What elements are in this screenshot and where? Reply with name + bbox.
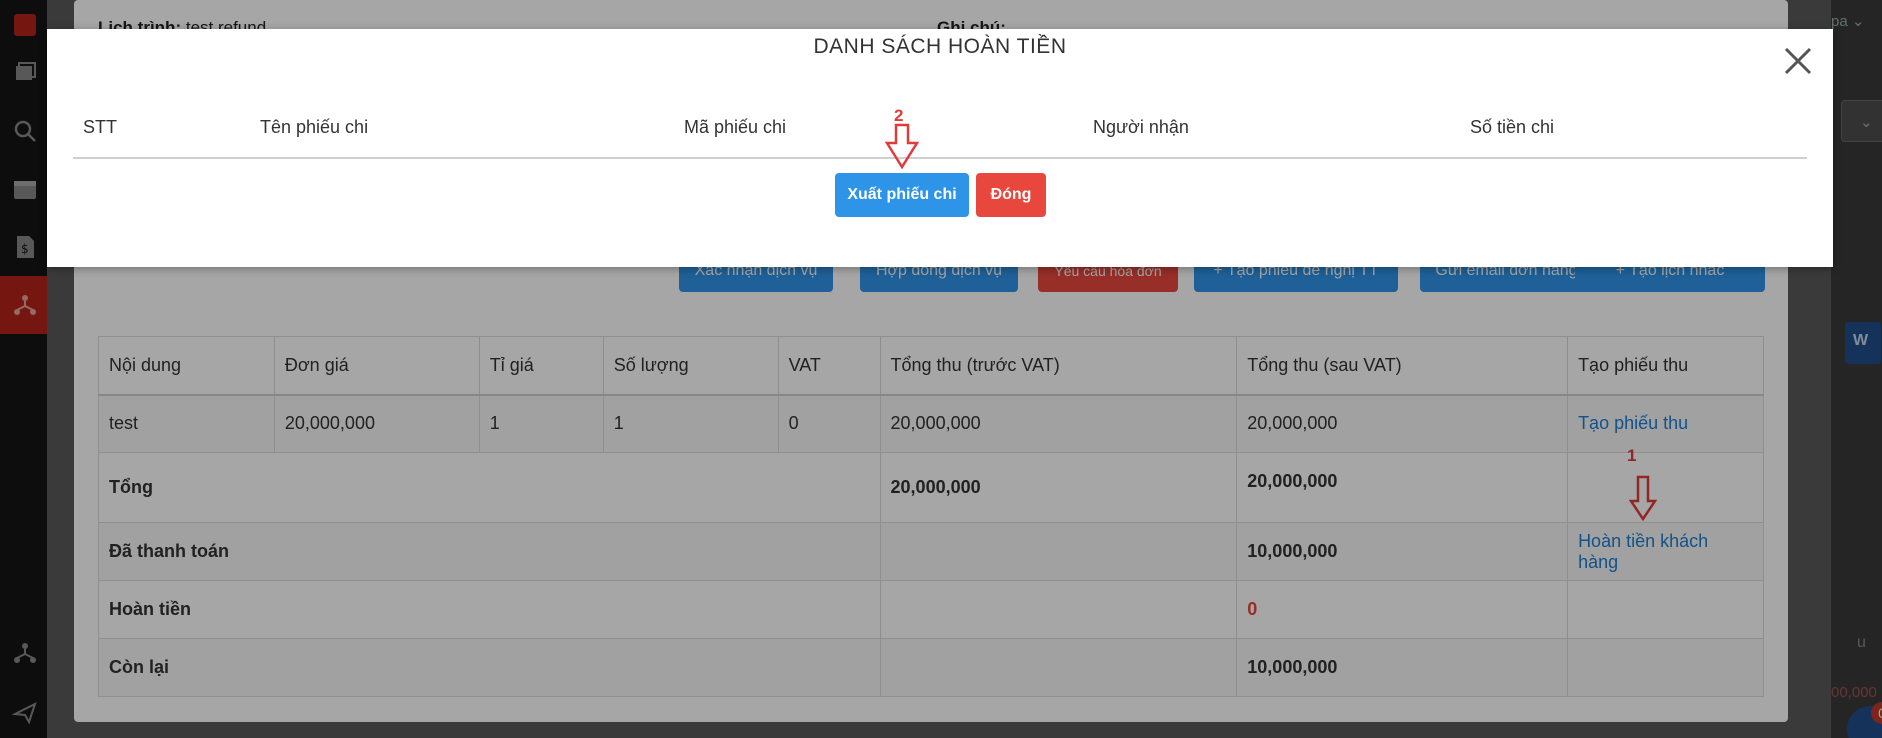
modal-col-code: Mã phiếu chi (684, 117, 787, 137)
annotation-arrow-2 (884, 123, 920, 169)
modal-col-recipient: Người nhận (1093, 117, 1189, 137)
modal-col-name: Tên phiếu chi (260, 117, 369, 137)
export-payment-voucher-button[interactable]: Xuất phiếu chi (835, 173, 969, 217)
modal-header-divider (73, 157, 1807, 159)
refund-list-modal: DANH SÁCH HOÀN TIỀN STT Tên phiếu chi Mã… (47, 29, 1833, 267)
modal-title: DANH SÁCH HOÀN TIỀN (813, 35, 1067, 58)
close-icon[interactable] (1782, 45, 1814, 77)
modal-col-amount: Số tiền chi (1470, 117, 1555, 137)
modal-col-stt: STT (83, 117, 117, 137)
close-button[interactable]: Đóng (976, 173, 1046, 217)
